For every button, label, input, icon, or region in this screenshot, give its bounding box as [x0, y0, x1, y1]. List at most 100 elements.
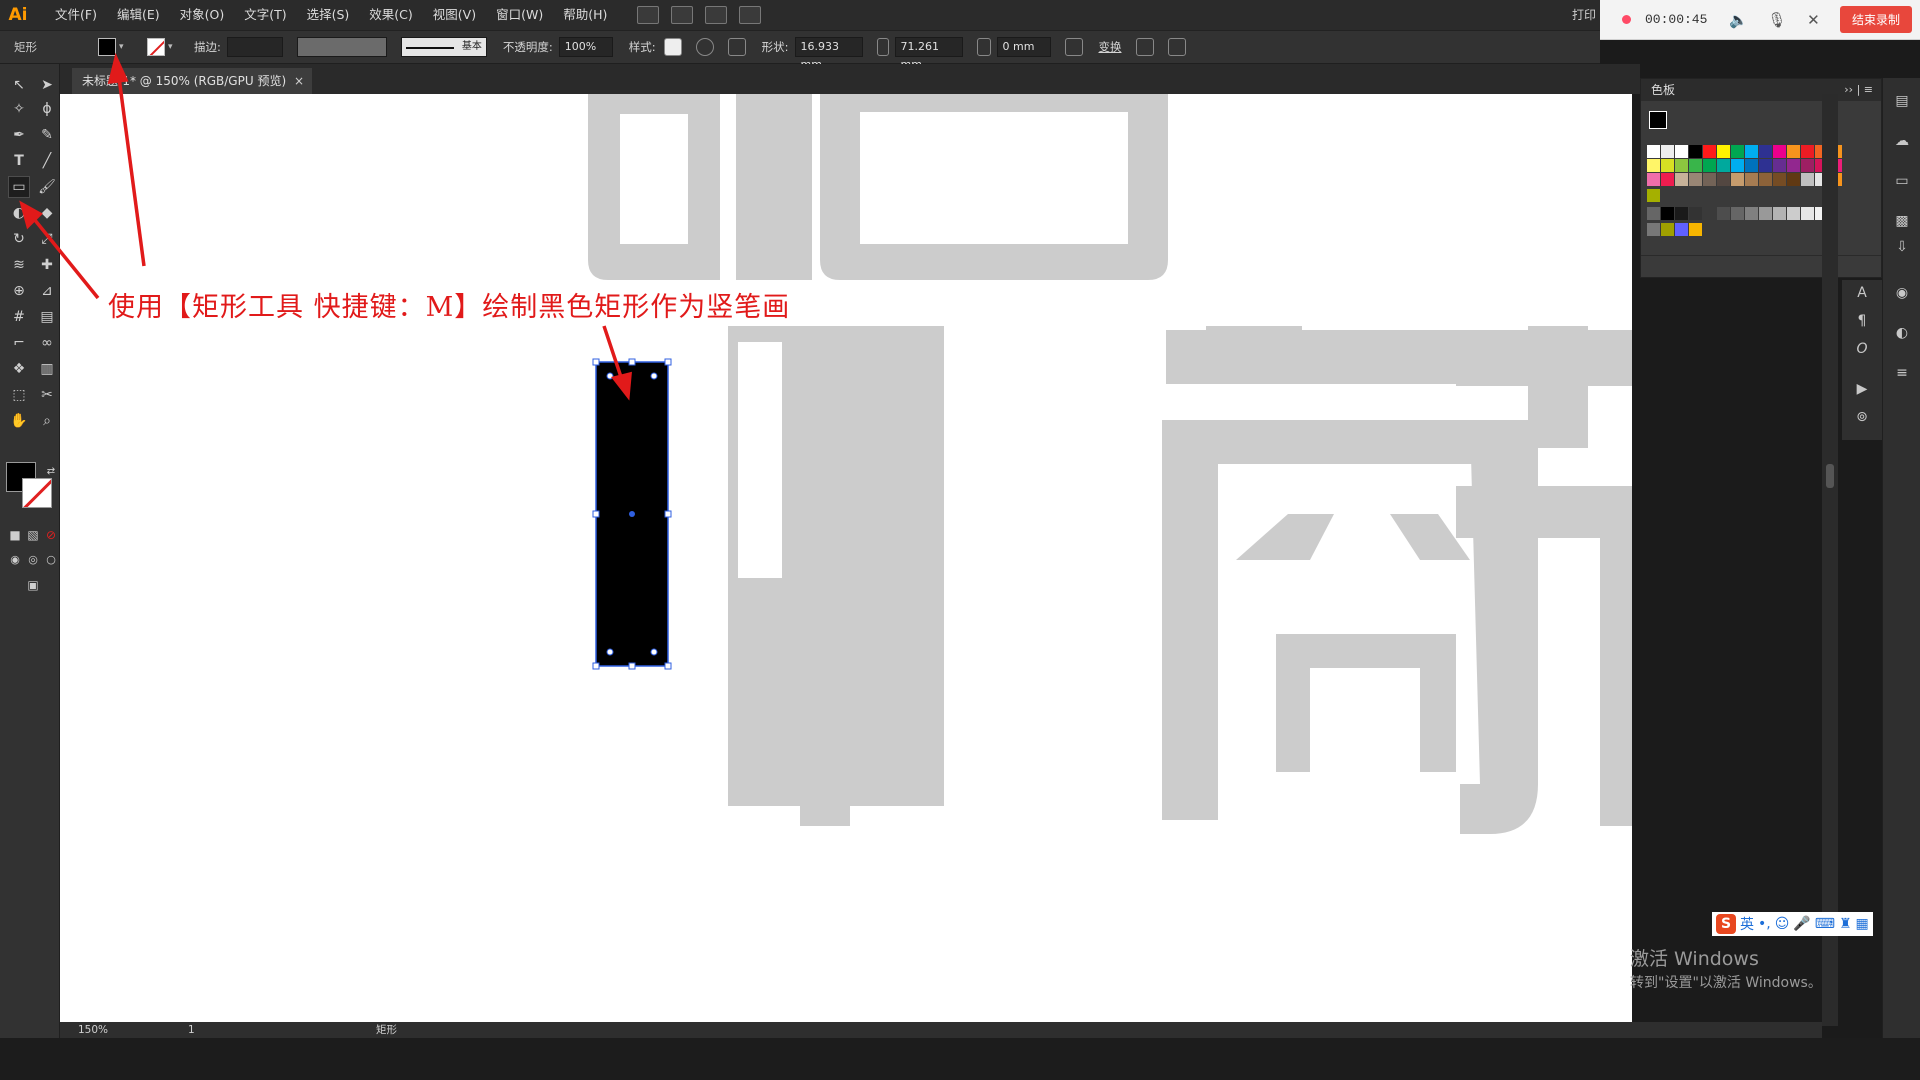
transparency-icon[interactable]: ▩ [1892, 212, 1912, 230]
swatch[interactable] [1703, 173, 1717, 187]
corner-widget[interactable] [650, 648, 658, 656]
shaper-tool-icon[interactable]: ◐ [8, 202, 30, 224]
shape-options-icon[interactable] [1064, 38, 1083, 56]
eraser-tool-icon[interactable]: ◆ [36, 202, 58, 224]
close-icon[interactable]: ✕ [1805, 12, 1821, 28]
skin-icon[interactable]: ♜ [1839, 916, 1852, 932]
stroke-weight-field[interactable] [226, 37, 283, 57]
chevron-down-icon[interactable]: ▾ [168, 42, 178, 52]
rotate-tool-icon[interactable]: ↻ [8, 228, 30, 250]
isolate-icon[interactable] [1135, 38, 1154, 56]
swatch[interactable] [1759, 173, 1773, 187]
swatch[interactable] [1689, 159, 1703, 173]
menu-help[interactable]: 帮助(H) [553, 0, 617, 30]
swap-fill-stroke-icon[interactable]: ⇄ [40, 460, 62, 482]
swatch[interactable] [1787, 145, 1801, 159]
swatch[interactable] [1787, 159, 1801, 173]
menu-type[interactable]: 文字(T) [234, 0, 296, 30]
status-current-tool[interactable]: 矩形 [376, 1022, 397, 1038]
swatch[interactable] [1759, 159, 1773, 173]
shape-builder-tool-icon[interactable]: ⊕ [8, 280, 30, 302]
swatch[interactable] [1689, 223, 1703, 237]
active-fill-swatch[interactable] [1649, 111, 1667, 129]
resize-handle[interactable] [592, 358, 600, 366]
resize-handle[interactable] [592, 662, 600, 670]
draw-inside-icon[interactable]: ○ [40, 548, 62, 570]
corner-type-icon[interactable] [976, 38, 991, 56]
swatch[interactable] [1773, 159, 1787, 173]
swatch[interactable] [1731, 145, 1745, 159]
magic-wand-tool-icon[interactable]: ✧ [8, 98, 30, 120]
libraries-icon[interactable]: ☁ [1892, 132, 1912, 150]
swatch[interactable] [1731, 207, 1745, 221]
swatch[interactable] [1661, 145, 1675, 159]
artboard-canvas[interactable] [60, 94, 1632, 1026]
swatch[interactable] [1647, 173, 1661, 187]
swatch[interactable] [1773, 173, 1787, 187]
swatch[interactable] [1689, 207, 1703, 221]
swatch[interactable] [1647, 159, 1661, 173]
speaker-icon[interactable]: 🔈 [1729, 12, 1748, 28]
swatch[interactable] [1801, 159, 1815, 173]
warp-tool-icon[interactable]: ≋ [8, 254, 30, 276]
document-tab[interactable]: 未标题-1* @ 150% (RGB/GPU 预览) × [72, 68, 312, 94]
stroke-swatch[interactable] [22, 478, 52, 508]
type-tool-icon[interactable]: T [8, 150, 30, 172]
swatch[interactable] [1759, 145, 1773, 159]
swatch[interactable] [1647, 145, 1661, 159]
swatch[interactable] [1703, 145, 1717, 159]
pen-tool-icon[interactable]: ✒ [8, 124, 30, 146]
paintbrush-tool-icon[interactable]: 🖌 [36, 176, 58, 198]
swatch[interactable] [1745, 145, 1759, 159]
transform-link[interactable]: 变换 [1099, 39, 1122, 55]
swatch[interactable] [1717, 173, 1731, 187]
swatch[interactable] [1773, 145, 1787, 159]
artboard-number[interactable]: 1 [188, 1022, 195, 1038]
swatch[interactable] [1717, 145, 1731, 159]
chevron-down-icon[interactable]: ▾ [119, 42, 129, 52]
swatch[interactable] [1787, 173, 1801, 187]
swatch[interactable] [1661, 173, 1675, 187]
punctuation-icon[interactable]: •, [1758, 916, 1771, 932]
swatch[interactable] [1731, 159, 1745, 173]
selected-rectangle[interactable] [592, 358, 672, 670]
resize-handle[interactable] [664, 662, 672, 670]
menu-edit[interactable]: 编辑(E) [107, 0, 170, 30]
scale-tool-icon[interactable]: ⤢ [36, 228, 58, 250]
puppet-warp-tool-icon[interactable]: ✚ [36, 254, 58, 276]
swatch[interactable] [1661, 207, 1675, 221]
mesh-tool-icon[interactable]: # [8, 306, 30, 328]
stop-recording-button[interactable]: 结束录制 [1839, 6, 1912, 33]
swatch[interactable] [1703, 159, 1717, 173]
arrange-documents-icon[interactable] [705, 6, 728, 24]
symbol-sprayer-tool-icon[interactable]: ❖ [8, 358, 30, 380]
export-icon[interactable]: ⇩ [1892, 238, 1912, 256]
perspective-grid-tool-icon[interactable]: ⊿ [36, 280, 58, 302]
screen-mode-icon[interactable]: ▣ [22, 574, 44, 596]
resize-handle[interactable] [664, 510, 672, 518]
menu-file[interactable]: 文件(F) [45, 0, 107, 30]
swatch[interactable] [1745, 159, 1759, 173]
resize-handle[interactable] [628, 358, 636, 366]
swatch[interactable] [1675, 173, 1689, 187]
swatch[interactable] [1675, 223, 1689, 237]
gradient-tool-icon[interactable]: ▤ [36, 306, 58, 328]
toolbox-icon[interactable]: ▦ [1856, 916, 1869, 932]
graphic-styles-icon[interactable]: ◐ [1892, 324, 1912, 342]
send-icon[interactable] [739, 6, 762, 24]
distribute-icon[interactable] [1167, 38, 1186, 56]
corner-radius-field[interactable]: 0 mm [996, 37, 1051, 57]
link-icon[interactable] [876, 38, 889, 56]
swatch[interactable] [1745, 173, 1759, 187]
menu-window[interactable]: 窗口(W) [486, 0, 553, 30]
corner-widget[interactable] [606, 648, 614, 656]
swatch[interactable] [1647, 207, 1661, 221]
swatch[interactable] [1801, 173, 1815, 187]
scrollbar-thumb[interactable] [1826, 464, 1834, 488]
swatch[interactable] [1675, 159, 1689, 173]
properties-icon[interactable]: ▤ [1892, 92, 1912, 110]
actions-icon[interactable]: ▶ [1852, 380, 1872, 398]
swatch[interactable] [1801, 145, 1815, 159]
direct-selection-tool-icon[interactable]: ➤ [36, 74, 58, 96]
align-icon[interactable] [727, 38, 746, 56]
